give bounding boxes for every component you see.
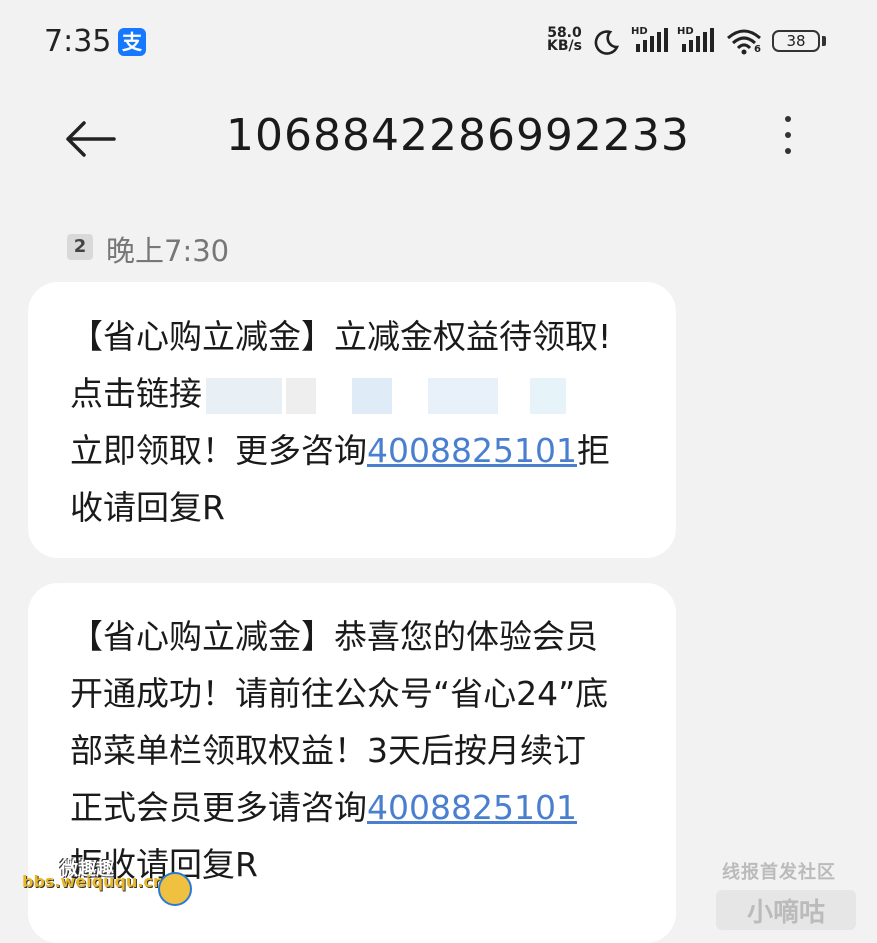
battery-icon: 38 bbox=[772, 30, 820, 52]
message-text: 立即领取！更多咨询 bbox=[70, 431, 367, 470]
sim-badge: 2 bbox=[67, 234, 93, 260]
moon-icon bbox=[594, 30, 620, 55]
status-time: 7:35 bbox=[44, 24, 112, 59]
watermark-url: bbs.weiququ.cn bbox=[22, 872, 165, 891]
message-line: 【省心购立减金】恭喜您的体验会员 bbox=[70, 617, 598, 656]
back-arrow-icon[interactable] bbox=[62, 117, 118, 161]
network-speed: 58.0 KB/s bbox=[547, 26, 582, 54]
watermark-badge: 小嘀咕 bbox=[716, 890, 856, 930]
wifi-6-label: 6 bbox=[754, 44, 761, 55]
redacted-link bbox=[206, 377, 282, 414]
message-line: 正式会员更多请咨询4008825101 bbox=[70, 779, 676, 836]
redacted-link bbox=[352, 377, 392, 414]
conversation-title: 1068842286992233 bbox=[226, 110, 690, 161]
message-line: 开通成功！请前往公众号“省心24”底 bbox=[70, 674, 609, 713]
signal-icon bbox=[636, 28, 668, 52]
redacted-link bbox=[428, 377, 498, 414]
more-vertical-icon[interactable] bbox=[776, 116, 800, 164]
signal-icon bbox=[682, 28, 714, 52]
watermark-mascot-icon bbox=[158, 872, 192, 906]
redacted-link bbox=[530, 377, 566, 414]
status-bar: 7:35 支 58.0 KB/s HD HD 6 38 bbox=[0, 0, 877, 84]
message-text: 正式会员更多请咨询 bbox=[70, 788, 367, 827]
battery-tip bbox=[822, 36, 826, 46]
redacted-link bbox=[286, 377, 316, 414]
phone-link[interactable]: 4008825101 bbox=[367, 788, 577, 827]
message-line: 立即领取！更多咨询4008825101拒 bbox=[70, 422, 676, 479]
message-time: 晚上7:30 bbox=[106, 234, 230, 268]
network-speed-unit: KB/s bbox=[547, 38, 582, 54]
alipay-icon: 支 bbox=[118, 28, 146, 56]
message-bubble[interactable]: 【省心购立减金】立减金权益待领取! 点击链接 立即领取！更多咨询40088251… bbox=[28, 282, 676, 558]
message-line: 点击链接 bbox=[70, 365, 676, 422]
message-text: 点击链接 bbox=[70, 374, 202, 413]
message-text: 拒 bbox=[576, 431, 610, 470]
phone-link[interactable]: 4008825101 bbox=[367, 431, 577, 470]
message-line: 收请回复R bbox=[70, 488, 225, 527]
watermark-text: 线报首发社区 bbox=[722, 862, 836, 883]
message-line: 部菜单栏领取权益！3天后按月续订 bbox=[70, 731, 586, 770]
message-line: 【省心购立减金】立减金权益待领取! bbox=[70, 317, 612, 356]
